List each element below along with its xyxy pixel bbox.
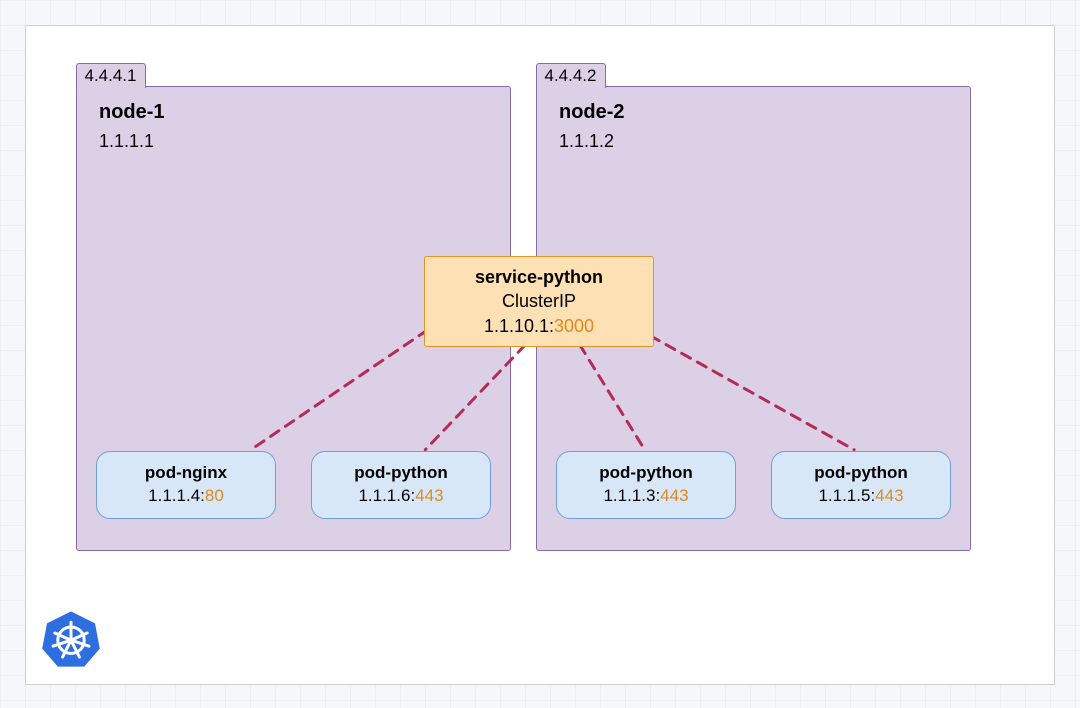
pod-nginx-box: pod-nginx 1.1.1.4:80	[96, 451, 276, 519]
service-address: 1.1.10.1:3000	[425, 314, 653, 338]
pod-python-2-name: pod-python	[557, 462, 735, 485]
pod-python-1-ip: 1.1.1.6	[358, 486, 410, 505]
service-ip: 1.1.10.1	[484, 316, 549, 336]
node-1-title: node-1	[99, 101, 165, 124]
service-type: ClusterIP	[425, 289, 653, 313]
node-2-internal-ip: 1.1.1.2	[559, 131, 614, 152]
service-port: 3000	[554, 316, 594, 336]
service-name: service-python	[425, 265, 653, 289]
pod-python-3-port: 443	[875, 486, 903, 505]
pod-python-3-address: 1.1.1.5:443	[772, 485, 950, 508]
pod-python-1-port: 443	[415, 486, 443, 505]
pod-python-3-box: pod-python 1.1.1.5:443	[771, 451, 951, 519]
pod-python-1-box: pod-python 1.1.1.6:443	[311, 451, 491, 519]
node-2-title: node-2	[559, 101, 625, 124]
diagram-canvas: 4.4.4.1 node-1 1.1.1.1 4.4.4.2 node-2 1.…	[25, 25, 1055, 685]
pod-python-2-port: 443	[660, 486, 688, 505]
pod-nginx-port: 80	[205, 486, 224, 505]
node-1-external-ip: 4.4.4.1	[76, 63, 146, 88]
node-2-external-ip: 4.4.4.2	[536, 63, 606, 88]
node-1-internal-ip: 1.1.1.1	[99, 131, 154, 152]
pod-python-3-name: pod-python	[772, 462, 950, 485]
pod-python-1-address: 1.1.1.6:443	[312, 485, 490, 508]
pod-python-2-ip: 1.1.1.3	[603, 486, 655, 505]
kubernetes-logo-icon	[41, 609, 101, 669]
pod-python-2-box: pod-python 1.1.1.3:443	[556, 451, 736, 519]
pod-python-2-address: 1.1.1.3:443	[557, 485, 735, 508]
pod-python-1-name: pod-python	[312, 462, 490, 485]
pod-python-3-ip: 1.1.1.5	[818, 486, 870, 505]
pod-nginx-ip: 1.1.1.4	[148, 486, 200, 505]
pod-nginx-address: 1.1.1.4:80	[97, 485, 275, 508]
pod-nginx-name: pod-nginx	[97, 462, 275, 485]
service-box: service-python ClusterIP 1.1.10.1:3000	[424, 256, 654, 347]
